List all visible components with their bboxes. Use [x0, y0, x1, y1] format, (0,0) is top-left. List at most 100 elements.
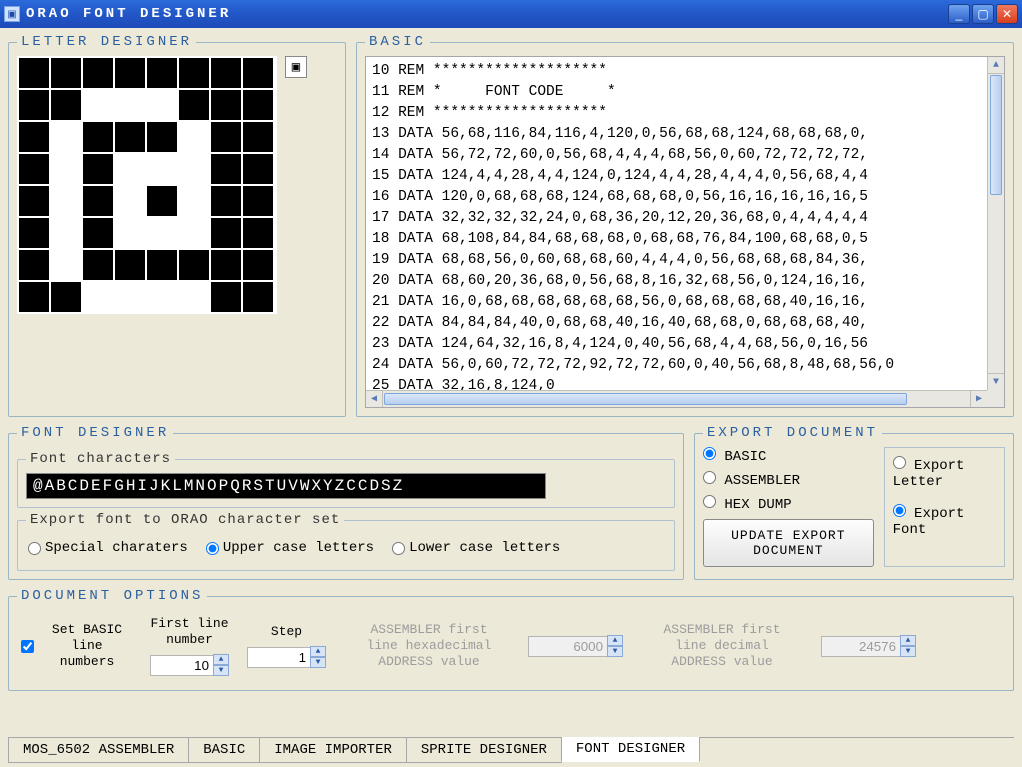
pixel-cell[interactable]	[83, 186, 113, 216]
pixel-cell[interactable]	[211, 186, 241, 216]
pixel-cell[interactable]	[211, 282, 241, 312]
pixel-cell[interactable]	[243, 122, 273, 152]
pixel-cell[interactable]	[115, 154, 145, 184]
vertical-scrollbar[interactable]: ▲ ▼	[987, 57, 1004, 390]
character-preview-icon[interactable]: ▣	[285, 56, 307, 78]
pixel-cell[interactable]	[147, 90, 177, 120]
pixel-cell[interactable]	[147, 250, 177, 280]
maximize-button[interactable]: ▢	[972, 4, 994, 24]
basic-code-area[interactable]: 10 REM ******************** 11 REM * FON…	[365, 56, 1005, 408]
pixel-cell[interactable]	[83, 58, 113, 88]
pixel-cell[interactable]	[147, 122, 177, 152]
vscroll-thumb[interactable]	[990, 75, 1002, 195]
pixel-cell[interactable]	[115, 90, 145, 120]
scroll-up-icon[interactable]: ▲	[988, 57, 1004, 74]
pixel-cell[interactable]	[243, 282, 273, 312]
pixel-cell[interactable]	[211, 58, 241, 88]
scroll-down-icon[interactable]: ▼	[988, 373, 1004, 390]
pixel-cell[interactable]	[83, 154, 113, 184]
close-button[interactable]: ✕	[996, 4, 1018, 24]
pixel-cell[interactable]	[51, 154, 81, 184]
pixel-cell[interactable]	[179, 122, 209, 152]
step-value[interactable]	[247, 647, 311, 668]
tab-basic[interactable]: BASIC	[188, 738, 260, 763]
pixel-cell[interactable]	[147, 282, 177, 312]
pixel-cell[interactable]	[19, 250, 49, 280]
pixel-cell[interactable]	[147, 186, 177, 216]
pixel-cell[interactable]	[179, 186, 209, 216]
pixel-cell[interactable]	[83, 218, 113, 248]
horizontal-scrollbar[interactable]: ◀ ▶	[366, 390, 987, 407]
pixel-cell[interactable]	[179, 58, 209, 88]
spinner-up-icon[interactable]: ▲	[310, 646, 326, 657]
pixel-cell[interactable]	[51, 122, 81, 152]
radio-export-letter[interactable]: Export Letter	[893, 456, 996, 490]
pixel-cell[interactable]	[83, 282, 113, 312]
pixel-cell[interactable]	[83, 250, 113, 280]
pixel-cell[interactable]	[211, 218, 241, 248]
pixel-cell[interactable]	[211, 250, 241, 280]
pixel-cell[interactable]	[243, 186, 273, 216]
radio-export-hexdump[interactable]: HEX DUMP	[703, 495, 874, 513]
pixel-cell[interactable]	[51, 218, 81, 248]
pixel-cell[interactable]	[243, 90, 273, 120]
minimize-button[interactable]: _	[948, 4, 970, 24]
pixel-cell[interactable]	[115, 122, 145, 152]
pixel-cell[interactable]	[243, 58, 273, 88]
first-line-spinner[interactable]: ▲▼	[150, 654, 229, 676]
pixel-cell[interactable]	[19, 154, 49, 184]
radio-export-font[interactable]: Export Font	[893, 504, 996, 538]
scroll-left-icon[interactable]: ◀	[366, 391, 383, 407]
pixel-cell[interactable]	[19, 90, 49, 120]
radio-lower-case[interactable]: Lower case letters	[392, 540, 560, 556]
scroll-right-icon[interactable]: ▶	[970, 391, 987, 407]
hscroll-thumb[interactable]	[384, 393, 907, 405]
pixel-cell[interactable]	[19, 58, 49, 88]
pixel-cell[interactable]	[179, 218, 209, 248]
pixel-cell[interactable]	[51, 282, 81, 312]
pixel-cell[interactable]	[51, 58, 81, 88]
pixel-cell[interactable]	[243, 154, 273, 184]
pixel-cell[interactable]	[243, 218, 273, 248]
tab-font-designer[interactable]: FONT DESIGNER	[561, 737, 700, 762]
pixel-cell[interactable]	[115, 186, 145, 216]
first-line-value[interactable]	[150, 655, 214, 676]
pixel-cell[interactable]	[51, 186, 81, 216]
pixel-cell[interactable]	[19, 218, 49, 248]
pixel-cell[interactable]	[83, 90, 113, 120]
pixel-cell[interactable]	[147, 58, 177, 88]
pixel-cell[interactable]	[115, 250, 145, 280]
spinner-down-icon[interactable]: ▼	[213, 665, 229, 676]
pixel-cell[interactable]	[19, 186, 49, 216]
pixel-cell[interactable]	[115, 218, 145, 248]
pixel-grid[interactable]	[17, 56, 277, 314]
radio-special-characters[interactable]: Special charaters	[28, 540, 188, 556]
tab-sprite-designer[interactable]: SPRITE DESIGNER	[406, 738, 562, 763]
pixel-cell[interactable]	[51, 250, 81, 280]
pixel-cell[interactable]	[179, 282, 209, 312]
pixel-cell[interactable]	[211, 154, 241, 184]
font-strip[interactable]: @ABCDEFGHIJKLMNOPQRSTUVWXYZCCDSZ	[26, 473, 546, 499]
pixel-cell[interactable]	[115, 58, 145, 88]
pixel-cell[interactable]	[211, 90, 241, 120]
pixel-cell[interactable]	[51, 90, 81, 120]
step-spinner[interactable]: ▲▼	[247, 646, 326, 668]
radio-export-basic[interactable]: BASIC	[703, 447, 874, 465]
pixel-cell[interactable]	[179, 154, 209, 184]
pixel-cell[interactable]	[115, 282, 145, 312]
pixel-cell[interactable]	[147, 154, 177, 184]
pixel-cell[interactable]	[19, 282, 49, 312]
spinner-down-icon[interactable]: ▼	[310, 657, 326, 668]
pixel-cell[interactable]	[243, 250, 273, 280]
pixel-cell[interactable]	[179, 250, 209, 280]
pixel-cell[interactable]	[147, 218, 177, 248]
pixel-cell[interactable]	[179, 90, 209, 120]
pixel-cell[interactable]	[19, 122, 49, 152]
pixel-cell[interactable]	[83, 122, 113, 152]
tab-mos-6502-assembler[interactable]: MOS_6502 ASSEMBLER	[8, 738, 189, 763]
radio-export-assembler[interactable]: ASSEMBLER	[703, 471, 874, 489]
pixel-cell[interactable]	[211, 122, 241, 152]
tab-image-importer[interactable]: IMAGE IMPORTER	[259, 738, 407, 763]
update-export-button[interactable]: UPDATE EXPORT DOCUMENT	[703, 519, 874, 567]
spinner-up-icon[interactable]: ▲	[213, 654, 229, 665]
